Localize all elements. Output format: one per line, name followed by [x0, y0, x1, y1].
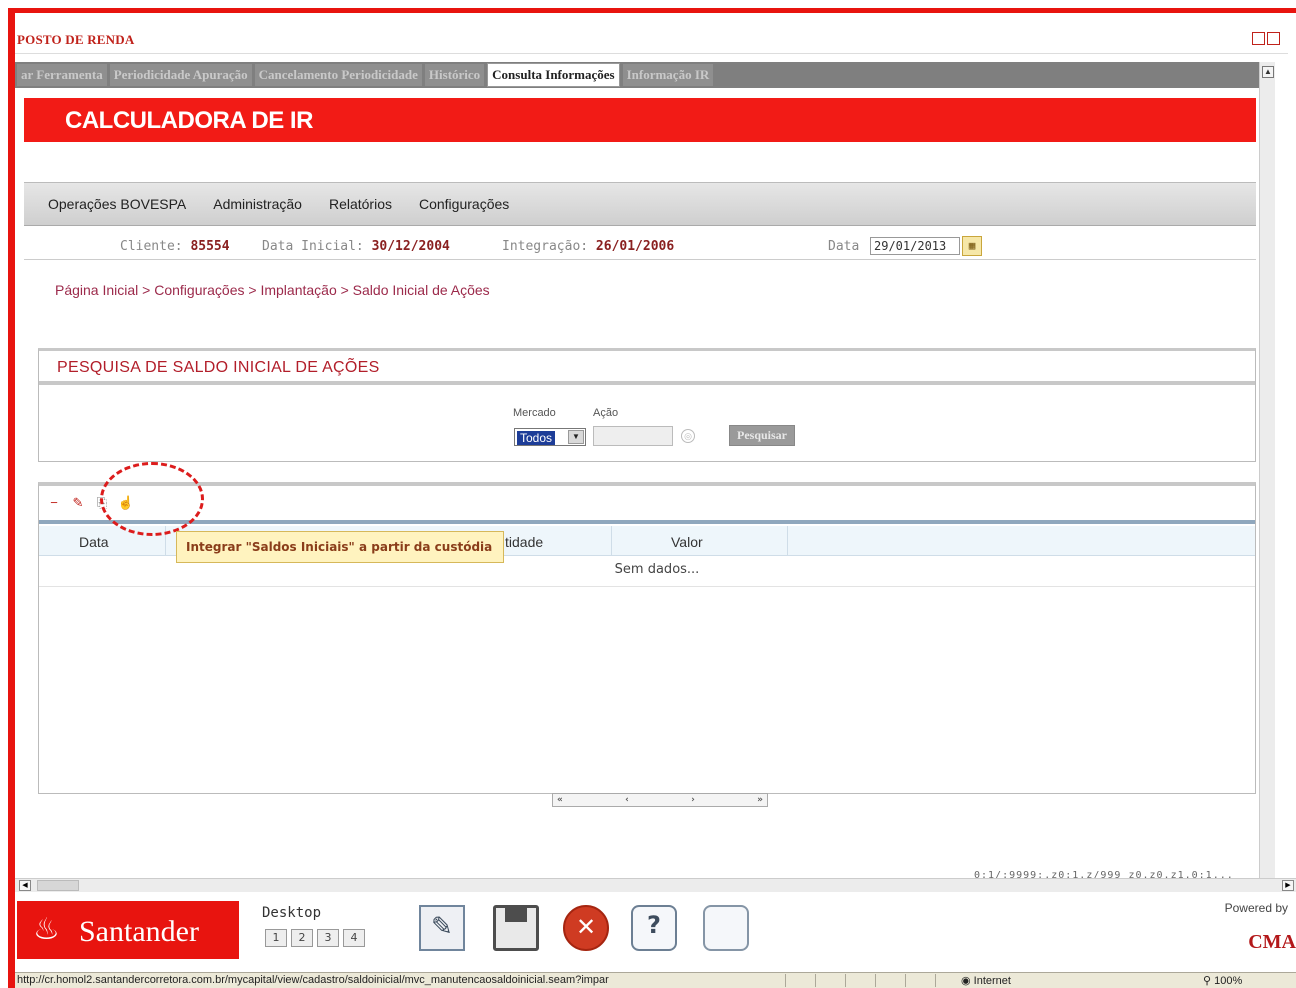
- horizontal-scrollbar[interactable]: ◀ ▶: [15, 878, 1296, 892]
- tab-strip: ar Ferramenta Periodicidade Apuração Can…: [15, 62, 1259, 88]
- status-segment: [905, 974, 923, 987]
- data-inicial-info: Data Inicial: 30/12/2004: [262, 239, 450, 254]
- cliente-info: Cliente: 85554: [120, 239, 230, 254]
- column-quantidade[interactable]: tidade: [505, 534, 543, 550]
- save-icon[interactable]: [493, 905, 539, 951]
- scroll-right-icon[interactable]: ▶: [1282, 880, 1294, 891]
- browser-status-bar: http://cr.homol2.santandercorretora.com.…: [15, 972, 1296, 988]
- mercado-label: Mercado: [513, 407, 556, 419]
- acao-input[interactable]: [593, 426, 673, 446]
- mercado-select[interactable]: Todos ▼: [514, 428, 586, 446]
- status-url: http://cr.homol2.santandercorretora.com.…: [17, 974, 609, 986]
- prev-page-icon[interactable]: ‹: [625, 795, 629, 805]
- app-window: POSTO DE RENDA ar Ferramenta Periodicida…: [0, 0, 1296, 988]
- desktop-1-button[interactable]: 1: [265, 929, 287, 947]
- page-title: CALCULADORA DE IR: [65, 107, 313, 134]
- tab-cancelamento-periodicidade[interactable]: Cancelamento Periodicidade: [254, 64, 422, 86]
- status-segment: [785, 974, 803, 987]
- status-segment: [845, 974, 863, 987]
- search-panel-title: PESQUISA DE SALDO INICIAL DE AÇÕES: [57, 359, 380, 376]
- data-field[interactable]: 29/01/2013: [870, 237, 960, 255]
- integracao-value: 26/01/2006: [595, 239, 675, 254]
- zoom-icon: ⚲: [1203, 975, 1212, 987]
- column-data[interactable]: Data: [79, 534, 109, 550]
- results-panel: − ✎ ⎘ ☝ Data tidade Valor Sem dados...: [38, 482, 1256, 794]
- main-menu: Operações BOVESPA Administração Relatóri…: [24, 182, 1256, 226]
- tooltip: Integrar "Saldos Iniciais" a partir da c…: [176, 531, 504, 563]
- vertical-scrollbar[interactable]: ▲: [1259, 62, 1275, 878]
- chat-icon[interactable]: [703, 905, 749, 951]
- help-icon[interactable]: [631, 905, 677, 951]
- column-separator: [611, 526, 612, 556]
- santander-logo: ♨ Santander: [17, 901, 239, 959]
- empty-table-message: Sem dados...: [614, 562, 700, 577]
- red-frame-top: [8, 8, 1296, 13]
- desktop-label: Desktop: [262, 905, 322, 921]
- tab-periodicidade-apuracao[interactable]: Periodicidade Apuração: [109, 64, 252, 86]
- column-separator: [787, 526, 788, 556]
- tab-informacao-ir[interactable]: Informação IR: [622, 64, 714, 86]
- cma-logo: CMA: [1248, 931, 1296, 953]
- clear-icon[interactable]: ◎: [681, 429, 695, 443]
- chevron-down-icon[interactable]: ▼: [568, 430, 584, 444]
- app-header: CALCULADORA DE IR: [24, 98, 1256, 142]
- edit-icon[interactable]: [419, 905, 465, 951]
- first-page-icon[interactable]: «: [557, 795, 563, 805]
- divider: [39, 520, 1255, 524]
- pesquisar-button[interactable]: Pesquisar: [729, 425, 796, 446]
- globe-icon: ◉: [961, 975, 971, 987]
- acao-label: Ação: [593, 407, 619, 419]
- red-frame-left: [8, 8, 15, 988]
- menu-relatorios[interactable]: Relatórios: [329, 196, 392, 212]
- powered-by-label: Powered by: [1224, 901, 1288, 915]
- menu-administracao[interactable]: Administração: [213, 196, 302, 212]
- pagination: « ‹ › »: [552, 793, 768, 807]
- maximize-icon[interactable]: [1267, 32, 1280, 45]
- brand-name: Santander: [79, 915, 199, 948]
- row-divider: [39, 586, 1255, 587]
- window-controls: [1252, 32, 1280, 45]
- column-valor[interactable]: Valor: [671, 534, 703, 550]
- scroll-thumb[interactable]: [37, 880, 79, 891]
- menu-operacoes-bovespa[interactable]: Operações BOVESPA: [48, 196, 186, 212]
- scroll-left-icon[interactable]: ◀: [19, 880, 31, 891]
- divider: [39, 381, 1255, 385]
- data-label: Data: [828, 239, 860, 254]
- window-title-bar: POSTO DE RENDA: [15, 26, 1288, 54]
- scroll-up-icon[interactable]: ▲: [1262, 66, 1274, 78]
- status-segment: [935, 974, 953, 987]
- flame-icon: ♨: [33, 913, 60, 946]
- window-title: POSTO DE RENDA: [17, 32, 135, 47]
- tab-historico[interactable]: Histórico: [424, 64, 485, 86]
- calendar-icon[interactable]: ▦: [962, 236, 982, 256]
- search-panel: PESQUISA DE SALDO INICIAL DE AÇÕES Merca…: [38, 348, 1256, 462]
- highlight-annotation: [100, 462, 204, 536]
- client-info-bar: Cliente: 85554 Data Inicial: 30/12/2004 …: [24, 230, 1256, 260]
- restore-icon[interactable]: [1252, 32, 1265, 45]
- zoom-level[interactable]: ⚲ 100%: [1203, 974, 1242, 987]
- breadcrumb[interactable]: Página Inicial > Configurações > Implant…: [55, 282, 490, 298]
- desktop-switcher: 1 2 3 4: [265, 929, 365, 947]
- desktop-4-button[interactable]: 4: [343, 929, 365, 947]
- desktop-3-button[interactable]: 3: [317, 929, 339, 947]
- bottom-toolbar: ♨ Santander Desktop 1 2 3 4 Powered by C…: [15, 893, 1296, 971]
- mercado-selected-value: Todos: [517, 431, 556, 445]
- last-page-icon[interactable]: »: [757, 795, 763, 805]
- tab-ferramenta[interactable]: ar Ferramenta: [17, 64, 107, 86]
- edit-pencil-icon[interactable]: ✎: [69, 494, 87, 512]
- next-page-icon[interactable]: ›: [691, 795, 695, 805]
- integracao-info: Integração: 26/01/2006: [502, 239, 675, 254]
- status-segment: [815, 974, 833, 987]
- remove-icon[interactable]: −: [45, 494, 63, 512]
- cliente-value: 85554: [190, 239, 230, 254]
- data-inicial-value: 30/12/2004: [371, 239, 450, 254]
- tab-consulta-informacoes[interactable]: Consulta Informações: [487, 63, 620, 87]
- menu-configuracoes[interactable]: Configurações: [419, 196, 509, 212]
- desktop-2-button[interactable]: 2: [291, 929, 313, 947]
- status-segment: [875, 974, 893, 987]
- security-zone: ◉ Internet: [961, 975, 1011, 987]
- close-icon[interactable]: [563, 905, 609, 951]
